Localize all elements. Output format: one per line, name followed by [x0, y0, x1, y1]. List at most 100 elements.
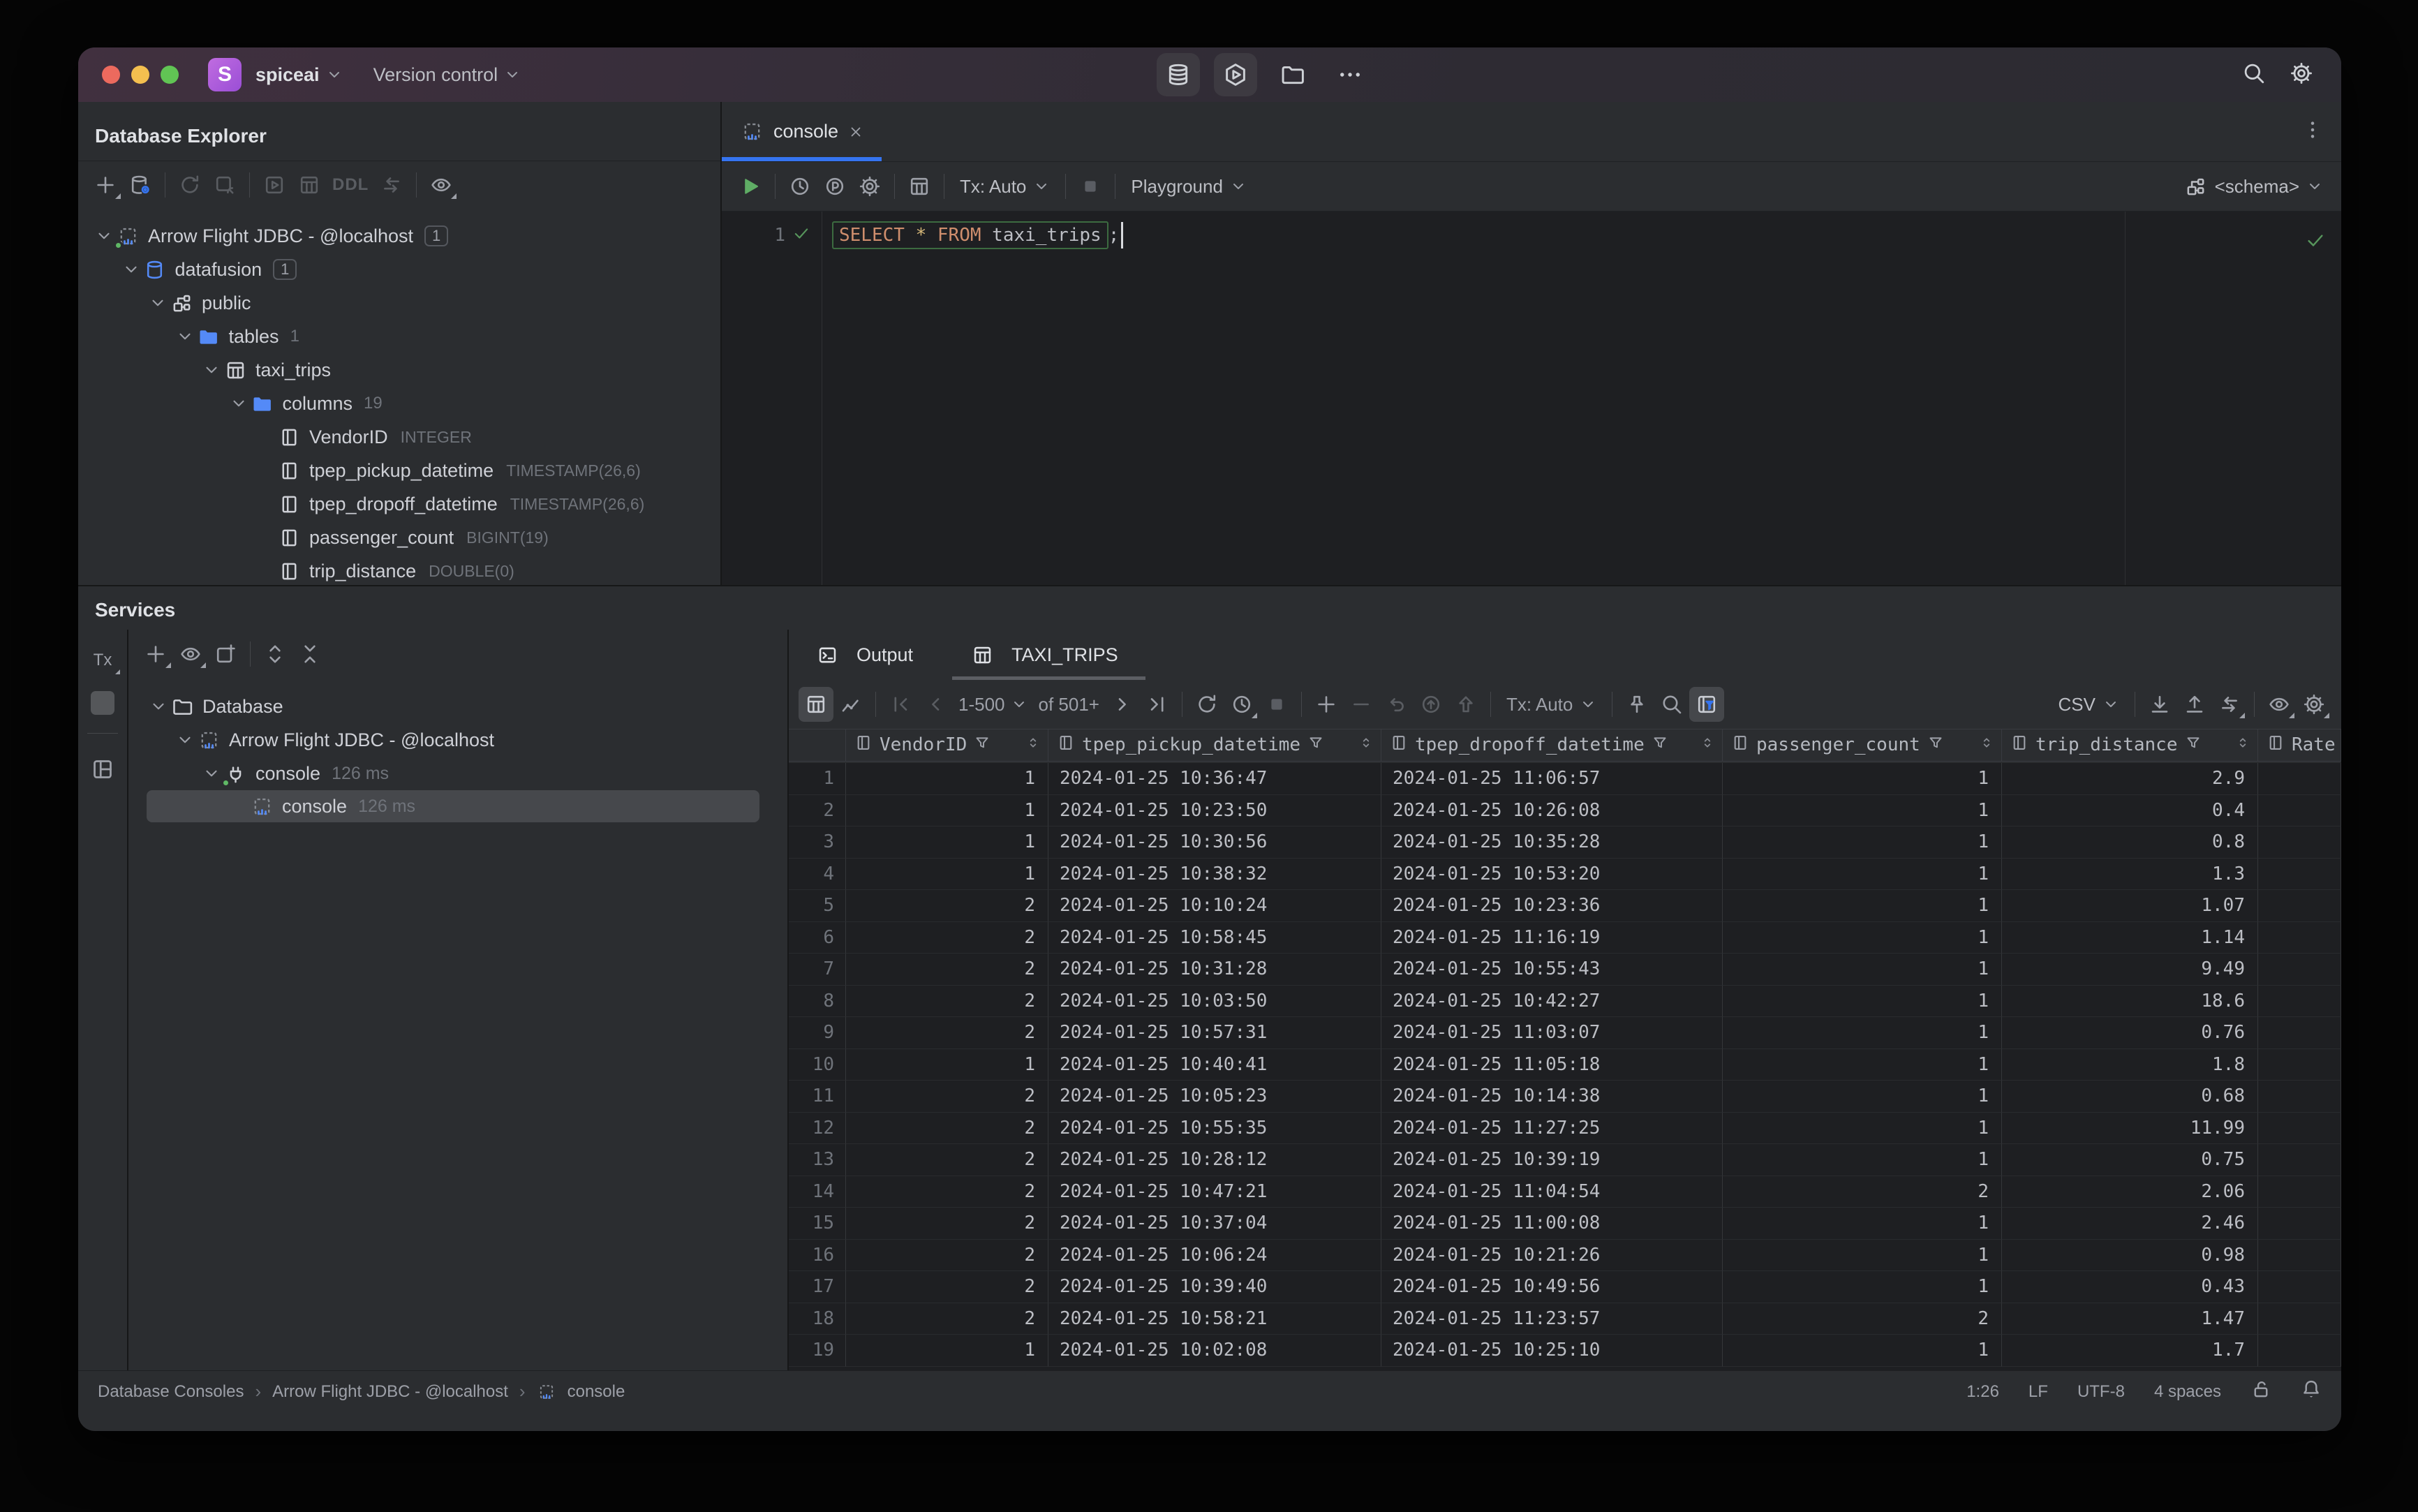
tree-item-arrow-flight-jdbc-localhost[interactable]: Arrow Flight JDBC - @localhost 1 [78, 219, 720, 253]
cell-rate[interactable] [2258, 1048, 2341, 1081]
table-row[interactable]: 7 2 2024-01-25 10:31:28 2024-01-25 10:55:43… [789, 954, 2341, 986]
tree-item-trip-distance[interactable]: trip_distance DOUBLE(0) [78, 554, 720, 585]
chevron-down-icon[interactable] [147, 697, 170, 716]
cell-vendorid[interactable]: 2 [846, 954, 1048, 986]
stop-icon[interactable] [1073, 169, 1108, 204]
column-header-trip-distance[interactable]: trip_distance [2002, 729, 2258, 762]
cell-vendorid[interactable]: 2 [846, 1239, 1048, 1271]
cell-vendorid[interactable]: 2 [846, 1176, 1048, 1208]
view-options-eye-icon[interactable] [2262, 687, 2297, 722]
cell-tpep-dropoff-datetime[interactable]: 2024-01-25 10:23:36 [1381, 890, 1723, 922]
cell-rate[interactable] [2258, 794, 2341, 827]
cell-tpep-pickup-datetime[interactable]: 2024-01-25 10:47:21 [1048, 1176, 1381, 1208]
stop-icon[interactable] [1259, 687, 1294, 722]
jump-to-icon[interactable] [374, 168, 409, 202]
cell-rate[interactable] [2258, 954, 2341, 986]
column-header-tpep-pickup-datetime[interactable]: tpep_pickup_datetime [1048, 729, 1381, 762]
cell-tpep-pickup-datetime[interactable]: 2024-01-25 10:40:41 [1048, 1048, 1381, 1081]
cell-tpep-dropoff-datetime[interactable]: 2024-01-25 11:16:19 [1381, 921, 1723, 954]
hexagon-play-button[interactable] [1214, 53, 1257, 96]
cell-rate[interactable] [2258, 1112, 2341, 1144]
cell-tpep-pickup-datetime[interactable]: 2024-01-25 10:02:08 [1048, 1335, 1381, 1367]
sql-statement[interactable]: SELECT * FROM taxi_trips ; [832, 218, 1124, 252]
cell-tpep-dropoff-datetime[interactable]: 2024-01-25 10:35:28 [1381, 827, 1723, 859]
tree-item-public[interactable]: public [78, 286, 720, 320]
service-item-console[interactable]: console 126 ms [128, 757, 787, 790]
cell-trip-distance[interactable]: 0.75 [2002, 1144, 2258, 1176]
tree-item-taxi-trips[interactable]: taxi_trips [78, 353, 720, 387]
tx-mode-select[interactable]: Tx: Auto [951, 176, 1058, 198]
chevron-down-icon[interactable] [173, 731, 197, 749]
table-row[interactable]: 9 2 2024-01-25 10:57:31 2024-01-25 11:03:07… [789, 1017, 2341, 1049]
disconnect-icon[interactable] [207, 168, 242, 202]
next-page-icon[interactable] [1105, 687, 1140, 722]
cell-tpep-pickup-datetime[interactable]: 2024-01-25 10:36:47 [1048, 763, 1381, 795]
cell-rate[interactable] [2258, 1303, 2341, 1335]
table-row[interactable]: 12 2 2024-01-25 10:55:35 2024-01-25 11:27:2… [789, 1112, 2341, 1144]
cell-rate[interactable] [2258, 1176, 2341, 1208]
cell-passenger-count[interactable]: 1 [1723, 1144, 2002, 1176]
cell-tpep-pickup-datetime[interactable]: 2024-01-25 10:05:23 [1048, 1081, 1381, 1113]
cell-trip-distance[interactable]: 2.46 [2002, 1208, 2258, 1240]
cell-vendorid[interactable]: 2 [846, 1208, 1048, 1240]
tab-taxi-trips[interactable]: TAXI_TRIPS [952, 630, 1145, 680]
table-row[interactable]: 5 2 2024-01-25 10:10:24 2024-01-25 10:23:36… [789, 890, 2341, 922]
sort-icon[interactable] [1358, 734, 1374, 755]
tab-console[interactable]: console [722, 102, 882, 161]
filter-funnel-icon[interactable] [2185, 734, 2202, 756]
export-format-select[interactable]: CSV [2050, 694, 2128, 716]
cell-passenger-count[interactable]: 1 [1723, 1081, 2002, 1113]
expand-all-icon[interactable] [258, 637, 292, 672]
chevron-down-icon[interactable] [200, 764, 223, 783]
cell-rate[interactable] [2258, 1144, 2341, 1176]
refresh-icon[interactable] [172, 168, 207, 202]
cell-tpep-pickup-datetime[interactable]: 2024-01-25 10:37:04 [1048, 1208, 1381, 1240]
add-row-icon[interactable] [1309, 687, 1344, 722]
table-row[interactable]: 13 2 2024-01-25 10:28:12 2024-01-25 10:39:1… [789, 1144, 2341, 1176]
chart-view-button[interactable] [833, 687, 868, 722]
project-folder-button[interactable] [1271, 53, 1314, 96]
history-clock-icon[interactable] [782, 169, 817, 204]
tree-item-tpep-pickup-datetime[interactable]: tpep_pickup_datetime TIMESTAMP(26,6) [78, 454, 720, 487]
cell-vendorid[interactable]: 1 [846, 1335, 1048, 1367]
service-item-console-selected[interactable]: console 126 ms [147, 790, 759, 822]
filter-panel-icon[interactable] [1689, 687, 1725, 722]
tree-item-tpep-dropoff-datetime[interactable]: tpep_dropoff_datetime TIMESTAMP(26,6) [78, 487, 720, 521]
last-page-icon[interactable] [1140, 687, 1175, 722]
cell-vendorid[interactable]: 2 [846, 890, 1048, 922]
tree-item-passenger-count[interactable]: passenger_count BIGINT(19) [78, 521, 720, 554]
cell-passenger-count[interactable]: 1 [1723, 858, 2002, 890]
cell-trip-distance[interactable]: 1.07 [2002, 890, 2258, 922]
cell-passenger-count[interactable]: 1 [1723, 1271, 2002, 1303]
playground-select[interactable]: Playground [1122, 176, 1255, 198]
cell-trip-distance[interactable]: 0.76 [2002, 1017, 2258, 1049]
table-row[interactable]: 10 1 2024-01-25 10:40:41 2024-01-25 11:05:1… [789, 1048, 2341, 1081]
table-row[interactable]: 11 2 2024-01-25 10:05:23 2024-01-25 10:14:3… [789, 1081, 2341, 1113]
first-page-icon[interactable] [883, 687, 918, 722]
table-row[interactable]: 16 2 2024-01-25 10:06:24 2024-01-25 10:21:2… [789, 1239, 2341, 1271]
cell-rate[interactable] [2258, 1081, 2341, 1113]
collapse-all-icon[interactable] [292, 637, 327, 672]
sort-icon[interactable] [1025, 734, 1041, 755]
chevron-down-icon[interactable] [173, 327, 197, 346]
tree-item-vendorid[interactable]: VendorID INTEGER [78, 420, 720, 454]
filter-funnel-icon[interactable] [974, 734, 991, 756]
file-encoding[interactable]: UTF-8 [2077, 1382, 2125, 1402]
cell-vendorid[interactable]: 2 [846, 921, 1048, 954]
results-in-editor-icon[interactable] [902, 169, 937, 204]
code-editor[interactable]: 1 SELECT * FROM taxi_trips ; [722, 211, 2341, 585]
cell-tpep-pickup-datetime[interactable]: 2024-01-25 10:23:50 [1048, 794, 1381, 827]
chevron-down-icon[interactable] [92, 227, 116, 245]
cell-rate[interactable] [2258, 827, 2341, 859]
cell-tpep-pickup-datetime[interactable]: 2024-01-25 10:31:28 [1048, 954, 1381, 986]
tx-filter-button[interactable]: Tx [91, 648, 120, 674]
breadcrumb-console[interactable]: console [568, 1382, 625, 1402]
view-options-eye-icon[interactable] [424, 168, 459, 202]
table-row[interactable]: 14 2 2024-01-25 10:47:21 2024-01-25 11:04:5… [789, 1176, 2341, 1208]
table-row[interactable]: 8 2 2024-01-25 10:03:50 2024-01-25 10:42:27… [789, 985, 2341, 1017]
cell-tpep-dropoff-datetime[interactable]: 2024-01-25 10:26:08 [1381, 794, 1723, 827]
cell-vendorid[interactable]: 2 [846, 985, 1048, 1017]
close-icon[interactable] [102, 66, 120, 84]
cell-tpep-pickup-datetime[interactable]: 2024-01-25 10:03:50 [1048, 985, 1381, 1017]
auto-refresh-clock-icon[interactable] [1224, 687, 1259, 722]
